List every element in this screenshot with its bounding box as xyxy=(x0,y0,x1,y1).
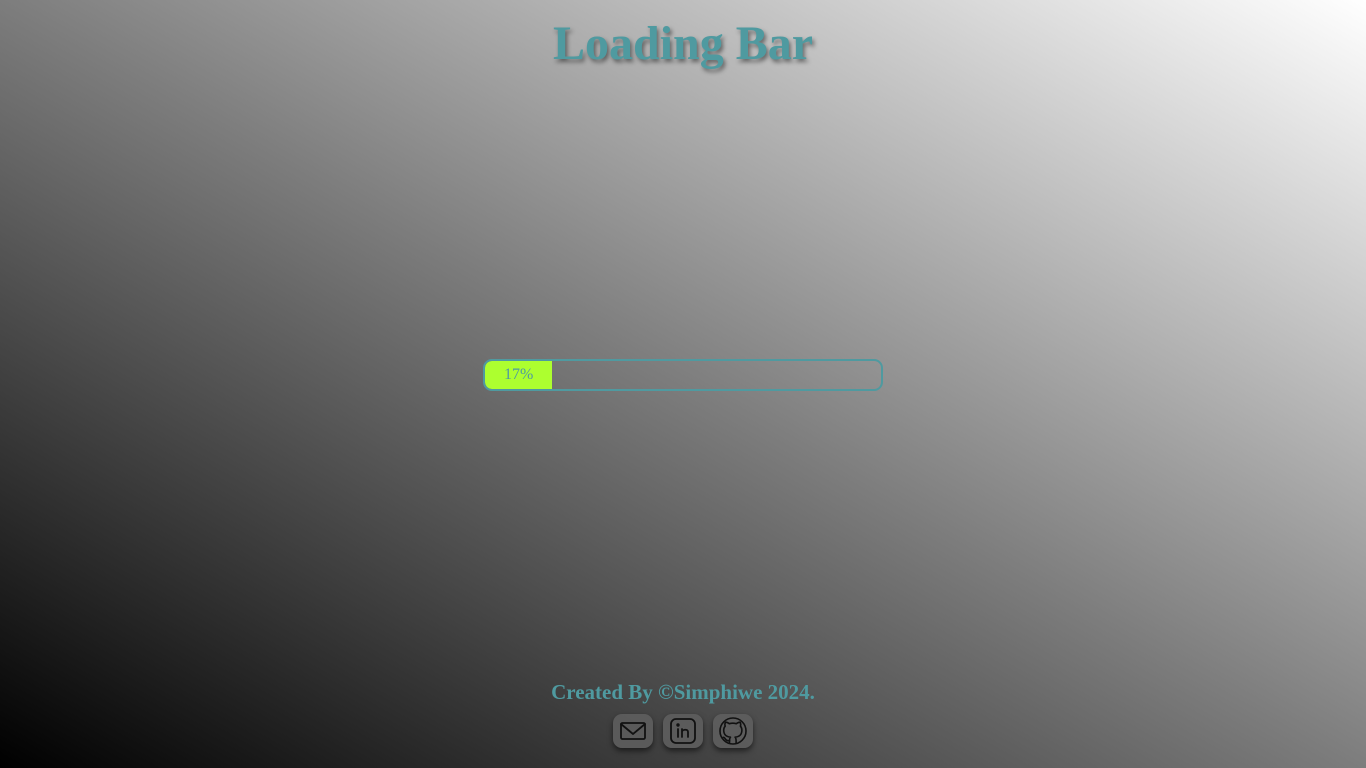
linkedin-link-button[interactable] xyxy=(663,714,703,748)
mail-icon xyxy=(618,716,648,746)
progress-percent-label: 17% xyxy=(503,366,534,383)
linkedin-icon xyxy=(668,716,698,746)
page-title: Loading Bar xyxy=(552,17,814,70)
footer: Created By ©Simphiwe 2024. xyxy=(0,678,1366,748)
progress-bar-fill: 17% xyxy=(485,361,553,389)
footer-credit: Created By ©Simphiwe 2024. xyxy=(551,680,815,704)
social-links xyxy=(0,714,1366,748)
github-icon xyxy=(718,716,748,746)
progress-bar: 17% xyxy=(483,359,883,391)
github-link-button[interactable] xyxy=(713,714,753,748)
email-link-button[interactable] xyxy=(613,714,653,748)
